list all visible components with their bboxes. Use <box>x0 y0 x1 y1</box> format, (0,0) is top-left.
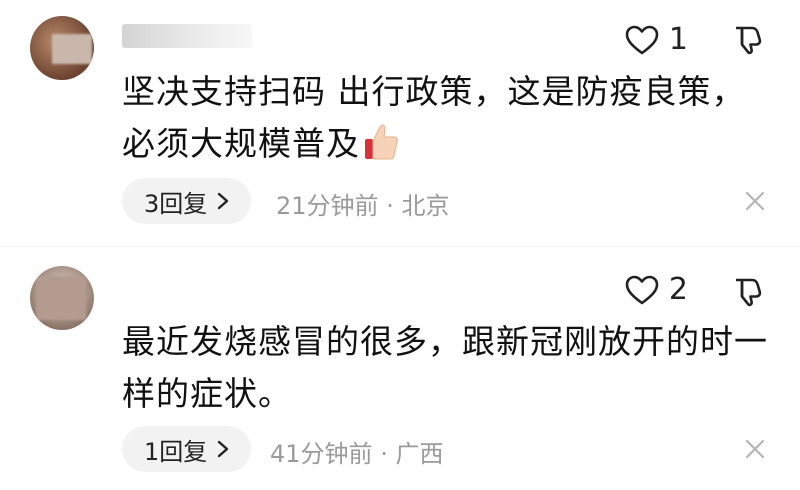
comment-item: 清 · 1 坚决支持扫码 出行政策，这是防疫良策，必须大规模普及 3回复 21分… <box>0 0 800 245</box>
meta-separator: · <box>386 192 394 220</box>
comment-time: 21分钟前 <box>276 192 379 220</box>
like-count: 2 <box>668 272 688 307</box>
like-button[interactable]: 2 <box>625 272 688 307</box>
thumbs-up-emoji <box>364 123 398 161</box>
comment-location: 广西 <box>395 440 444 468</box>
thumbs-down-outline-icon[interactable] <box>732 276 764 308</box>
heart-outline-icon <box>625 275 659 304</box>
comment-time: 41分钟前 <box>270 440 373 468</box>
meta-separator: · <box>380 440 388 468</box>
divider <box>0 246 800 247</box>
close-icon[interactable] <box>744 438 766 460</box>
replies-button[interactable]: 1回复 <box>122 426 252 472</box>
username[interactable]: 清 · <box>122 24 252 48</box>
comment-location: 北京 <box>401 192 450 220</box>
comment-text: 最近发烧感冒的很多，跟新冠刚放开的时一样的症状。 <box>122 322 768 413</box>
thumbs-down-outline-icon[interactable] <box>732 24 764 56</box>
chevron-right-icon <box>218 192 229 210</box>
comment-meta: 21分钟前 · 北京 <box>276 186 449 221</box>
heart-outline-icon <box>625 25 659 54</box>
avatar[interactable] <box>30 266 94 330</box>
comment-meta: 41分钟前 · 广西 <box>270 434 443 469</box>
close-icon[interactable] <box>744 190 766 212</box>
comment-item: 2 最近发烧感冒的很多，跟新冠刚放开的时一样的症状。 1回复 41分钟前 · 广… <box>0 252 800 490</box>
chevron-right-icon <box>218 440 229 458</box>
avatar[interactable] <box>30 16 94 80</box>
like-button[interactable]: 1 <box>625 22 688 57</box>
comment-text: 坚决支持扫码 出行政策，这是防疫良策，必须大规模普及 <box>122 72 746 163</box>
replies-button[interactable]: 3回复 <box>122 178 252 224</box>
like-count: 1 <box>668 22 688 57</box>
